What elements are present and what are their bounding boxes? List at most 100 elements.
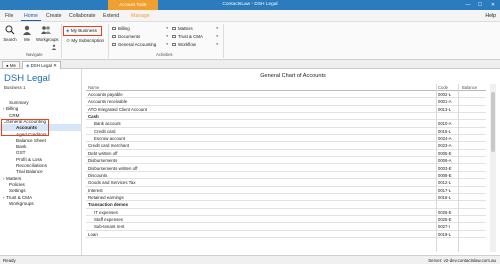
tab-dsh-legal[interactable]: ◈ DSH Legal ✕ bbox=[22, 61, 61, 69]
maximize-button[interactable]: ☐ bbox=[474, 0, 486, 10]
tab-dsh-legal-label: DSH Legal bbox=[30, 63, 52, 68]
chevron-down-icon: ▾ bbox=[216, 34, 218, 38]
scrollbar-thumb[interactable] bbox=[491, 92, 495, 152]
sidebar-title: DSH Legal bbox=[4, 73, 50, 84]
tab-me[interactable]: ● Me bbox=[2, 61, 20, 69]
column-header-code[interactable]: Code bbox=[438, 84, 448, 91]
user-icon: ● bbox=[6, 63, 9, 68]
main-content: General Chart of Accounts Name Code Bala… bbox=[86, 69, 500, 255]
menu-help[interactable]: Help bbox=[485, 11, 496, 21]
table-row[interactable]: Credit card 0015-L bbox=[86, 128, 486, 136]
workflow-dropdown[interactable]: Workflow ▾ bbox=[172, 41, 218, 48]
account-name: Interest bbox=[88, 187, 103, 193]
table-row[interactable]: Staff expenses 0025-E bbox=[86, 216, 486, 224]
trust-cma-dropdown[interactable]: Trust & CMA ▾ bbox=[172, 33, 218, 40]
table-row[interactable]: Credit card merchant 0023-A bbox=[86, 142, 486, 150]
sidebar-item[interactable]: Workgroups bbox=[0, 200, 82, 207]
account-code: 0006-A bbox=[438, 158, 452, 164]
documents-dropdown[interactable]: Documents ▾ bbox=[112, 33, 168, 40]
account-name: Disbursements written off bbox=[88, 165, 138, 171]
table-row[interactable]: Loan 0019-L bbox=[86, 231, 486, 238]
ribbon-separator bbox=[108, 24, 109, 58]
account-code: 0005-E bbox=[438, 150, 452, 156]
chevron-down-icon: ▾ bbox=[216, 26, 218, 30]
table-row[interactable]: ATO Integrated Client Account 0013-L bbox=[86, 106, 486, 114]
chevron-down-icon: ▾ bbox=[166, 26, 168, 30]
billing-dropdown-label: Billing bbox=[118, 26, 130, 31]
my-subscription-button[interactable]: ⚙ My Subscription bbox=[66, 37, 104, 45]
menu-manage[interactable]: Manage bbox=[128, 11, 153, 21]
table-row[interactable]: Accounts receivable 0001-A bbox=[86, 98, 486, 106]
window-title: ContactsLaw - DSH Legal bbox=[222, 2, 278, 7]
billing-dropdown[interactable]: Billing ▾ bbox=[112, 25, 168, 32]
menu-collaborate[interactable]: Collaborate bbox=[66, 11, 99, 21]
close-tab-icon[interactable]: ✕ bbox=[53, 63, 57, 68]
table-row[interactable]: Sub-tenant rent 0027-I bbox=[86, 223, 486, 231]
people-more-button[interactable] bbox=[50, 44, 58, 52]
workflow-icon bbox=[172, 43, 176, 47]
account-code: 0015-L bbox=[438, 128, 452, 134]
column-header-balance[interactable]: Balance bbox=[462, 84, 477, 91]
account-name: Escrow account bbox=[94, 136, 125, 142]
people-icon bbox=[51, 44, 57, 50]
my-business-button[interactable]: ◈ My Business bbox=[66, 27, 97, 35]
account-name: Accounts payable bbox=[88, 92, 123, 97]
chevron-down-icon: ▾ bbox=[166, 34, 168, 38]
account-code: 0010-A bbox=[438, 121, 452, 127]
account-name: ATO Integrated Client Account bbox=[88, 106, 147, 112]
tab-me-label: Me bbox=[9, 63, 16, 68]
table-row[interactable]: Cash bbox=[86, 113, 486, 121]
my-business-label: My Business bbox=[70, 28, 97, 33]
account-code: 0027-I bbox=[438, 224, 450, 230]
column-divider bbox=[458, 84, 459, 252]
general-accounting-dropdown[interactable]: General Accounting ▾ bbox=[112, 41, 168, 48]
account-name: Accounts receivable bbox=[88, 99, 128, 105]
close-button[interactable]: ✕ bbox=[487, 0, 499, 10]
account-code: 0025-E bbox=[438, 216, 452, 222]
workgroups-label: Workgroups bbox=[36, 37, 59, 42]
column-header-name[interactable]: Name bbox=[88, 84, 99, 91]
table-row[interactable]: Interest 0017-L bbox=[86, 187, 486, 194]
vertical-scrollbar[interactable] bbox=[490, 84, 496, 252]
trust-cma-dropdown-label: Trust & CMA bbox=[178, 34, 203, 39]
account-code: 0008-E bbox=[438, 172, 452, 178]
account-code: 0024-A bbox=[438, 136, 452, 142]
group-icon bbox=[41, 26, 51, 34]
table-row[interactable]: Accounts payable 0002-L bbox=[86, 91, 486, 99]
me-label: Me bbox=[24, 37, 30, 42]
table-row[interactable]: Goods and Services Tax 0012-L bbox=[86, 179, 486, 187]
account-code: 0016-L bbox=[438, 194, 452, 200]
table-row[interactable]: IT expenses 0026-E bbox=[86, 209, 486, 216]
table-row[interactable]: Disbursements 0006-A bbox=[86, 157, 486, 165]
chevron-down-icon: ▾ bbox=[166, 42, 168, 46]
minimize-button[interactable]: — bbox=[462, 0, 474, 10]
me-button[interactable]: Me bbox=[20, 25, 34, 42]
matters-dropdown[interactable]: Matters ▾ bbox=[172, 25, 218, 32]
workgroups-button[interactable]: Workgroups bbox=[36, 25, 59, 42]
table-row[interactable]: Debt written off 0005-E bbox=[86, 150, 486, 158]
table-header: Name Code Balance bbox=[86, 84, 486, 91]
account-code: 0017-L bbox=[438, 187, 452, 193]
sidebar-subtitle: Business 1 bbox=[4, 85, 26, 90]
table-row[interactable]: Retained earnings 0016-L bbox=[86, 194, 486, 202]
ribbon-separator bbox=[61, 24, 62, 58]
menu-create[interactable]: Create bbox=[43, 11, 65, 21]
account-code: 0012-L bbox=[438, 180, 452, 186]
search-button[interactable]: Search bbox=[3, 25, 17, 42]
table-row[interactable]: Bank account 0010-A bbox=[86, 120, 486, 128]
business-icon: ◈ bbox=[66, 28, 70, 33]
account-code: 0013-L bbox=[438, 106, 452, 112]
account-name: Transaction demos bbox=[88, 202, 129, 208]
account-code: 0002-L bbox=[438, 92, 452, 97]
business-icon: ◈ bbox=[26, 63, 30, 68]
table-row[interactable]: Transaction demos bbox=[86, 201, 486, 209]
menu-file[interactable]: File bbox=[2, 11, 16, 21]
menu-home[interactable]: Home bbox=[21, 11, 41, 21]
table-row[interactable]: Escrow account 0024-A bbox=[86, 135, 486, 143]
sidebar-item-label: Workgroups bbox=[9, 200, 34, 206]
table-row[interactable]: Discounts 0008-E bbox=[86, 172, 486, 180]
table-row[interactable]: Disbursements written off 0003-E bbox=[86, 165, 486, 172]
menu-extend[interactable]: Extend bbox=[100, 11, 122, 21]
account-code: 0001-A bbox=[438, 99, 452, 105]
document-tabs: ● Me ◈ DSH Legal ✕ bbox=[0, 60, 500, 69]
